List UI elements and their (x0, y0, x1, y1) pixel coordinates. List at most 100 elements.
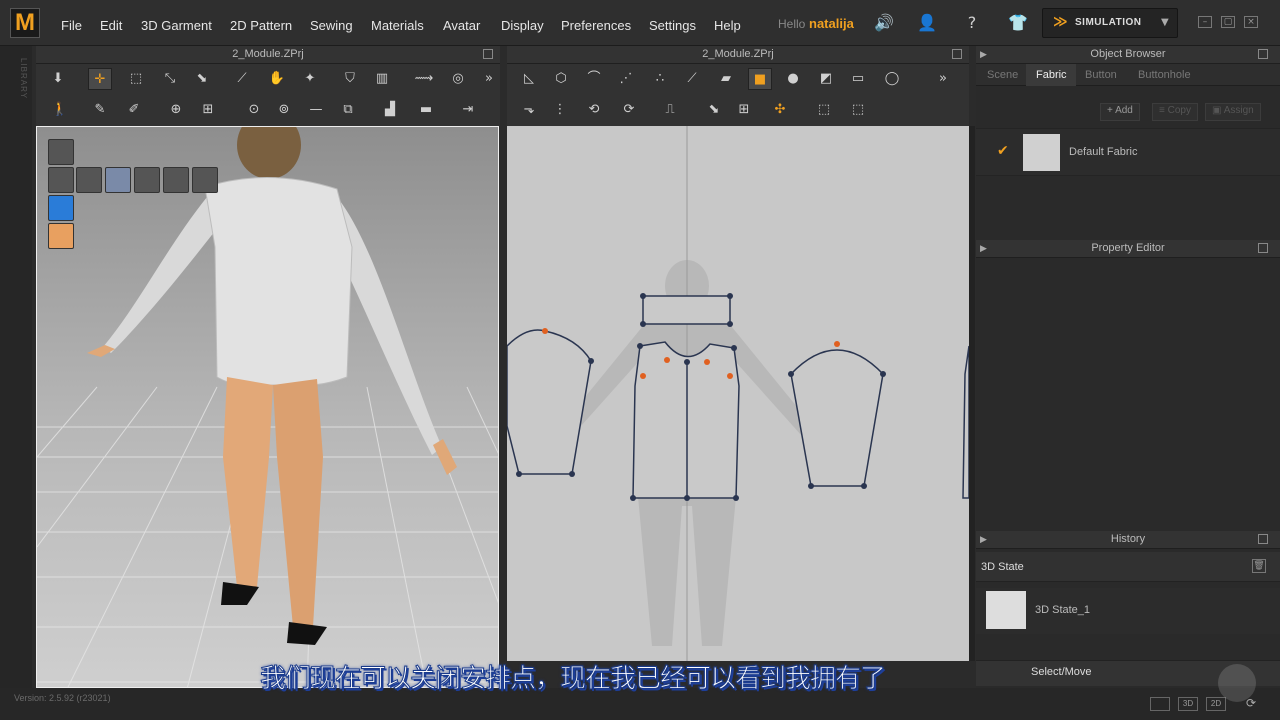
align-icon[interactable]: ⇥ (456, 99, 480, 121)
collapse-arrow-icon[interactable]: ▶ (980, 535, 987, 545)
play-overlay-icon[interactable] (1218, 664, 1256, 702)
buttonhole-icon[interactable]: ⊚ (272, 99, 296, 121)
tab-buttonhole[interactable]: Buttonhole (1138, 69, 1191, 81)
history-state-item[interactable]: 3D State_1 (1035, 604, 1090, 616)
menu-edit[interactable]: Edit (100, 18, 122, 33)
quilt-2d-icon[interactable]: ⊞ (732, 99, 756, 121)
minimize-button[interactable]: – (1198, 16, 1212, 28)
m-n-sewing-icon[interactable]: ⟲ (582, 99, 606, 121)
pin-icon[interactable]: ✋ (265, 68, 289, 90)
tab-scene[interactable]: Scene (987, 69, 1018, 81)
notch-icon[interactable]: ⎍ (658, 99, 682, 121)
add-point-icon[interactable]: ⋰ (614, 68, 638, 90)
line-icon[interactable]: — (304, 99, 328, 121)
viewport-splitter[interactable] (969, 126, 975, 661)
fold-icon[interactable]: ⬊ (190, 68, 214, 90)
view-3d-button[interactable]: 3D (1178, 697, 1198, 711)
maximize-browser-icon[interactable] (1258, 49, 1268, 59)
library-strip[interactable] (0, 46, 32, 720)
menu-3d-garment[interactable]: 3D Garment (141, 18, 212, 33)
menu-2d-pattern[interactable]: 2D Pattern (230, 18, 292, 33)
curve-point-icon[interactable]: ∴ (648, 68, 672, 90)
texture-view-icon[interactable] (48, 195, 74, 221)
simulation-button[interactable]: ≫ SIMULATION ▼ (1042, 8, 1178, 38)
menu-settings[interactable]: Settings (649, 18, 696, 33)
arrangement-icon[interactable]: ⛉ (338, 68, 362, 90)
more-2d-tools-icon[interactable]: » (936, 68, 950, 90)
measure-avatar-icon[interactable] (192, 167, 218, 193)
library-label[interactable]: LIBRARY (4, 58, 28, 99)
circle-icon[interactable]: ● (781, 68, 805, 90)
help-icon[interactable]: ? (962, 13, 982, 33)
view-2d-button[interactable]: 2D (1206, 697, 1226, 711)
menu-help[interactable]: Help (714, 18, 741, 33)
more-tools-icon[interactable]: » (482, 68, 496, 90)
copy-button[interactable]: ≡ Copy (1152, 103, 1198, 121)
menu-sewing[interactable]: Sewing (310, 18, 353, 33)
strength-icon[interactable]: ⊕ (164, 99, 188, 121)
viewport-3d[interactable] (36, 126, 499, 688)
speaker-icon[interactable]: 🔊 (874, 13, 894, 33)
maximize-3d-icon[interactable] (483, 49, 493, 59)
menu-materials[interactable]: Materials (371, 18, 424, 33)
brush-icon[interactable]: ✎ (88, 99, 112, 121)
fabric-swatch[interactable] (1023, 134, 1060, 171)
tack-icon[interactable]: ✦ (298, 68, 322, 90)
transform-icon[interactable]: ⤡ (158, 68, 182, 90)
assign-button[interactable]: ▣ Assign (1205, 103, 1261, 121)
joints-icon[interactable] (163, 167, 189, 193)
chevron-down-icon[interactable]: ▼ (1161, 17, 1169, 28)
avatar-hide-icon[interactable] (76, 167, 102, 193)
internal-rectangle-icon[interactable]: ▭ (846, 68, 870, 90)
app-logo[interactable]: M (10, 8, 40, 38)
texture-icon[interactable]: ▬ (414, 99, 438, 121)
user-icon[interactable]: 👤 (917, 13, 937, 33)
button-tool-icon[interactable]: ⊙ (242, 99, 266, 121)
free-sewing-icon[interactable]: ⋮ (548, 99, 572, 121)
collapse-arrow-icon[interactable]: ▶ (980, 50, 987, 60)
menu-display[interactable]: Display (501, 18, 544, 33)
avatar-view-icon[interactable] (48, 167, 74, 193)
arrange-2d-icon[interactable]: ✣ (768, 99, 792, 121)
arrangement-points-icon[interactable] (105, 167, 131, 193)
maximize-history-icon[interactable] (1258, 534, 1268, 544)
select-mesh-icon[interactable]: ⬚ (124, 68, 148, 90)
viewport-2d[interactable] (507, 126, 969, 661)
username[interactable]: natalija (809, 16, 854, 31)
fold-2d-icon[interactable]: ⬊ (702, 99, 726, 121)
measure-icon[interactable]: ⟿ (412, 68, 436, 90)
close-button[interactable]: × (1244, 16, 1258, 28)
maximize-2d-icon[interactable] (952, 49, 962, 59)
move-down-icon[interactable]: ⬇ (46, 68, 70, 90)
garment-settings-icon[interactable]: 👕 (1008, 13, 1028, 33)
fabric-name[interactable]: Default Fabric (1069, 146, 1137, 158)
menu-avatar[interactable]: Avatar (443, 18, 480, 33)
lasso-icon[interactable]: ◎ (446, 68, 470, 90)
polygon-icon[interactable]: ▰ (714, 68, 738, 90)
avatar-pose-icon[interactable]: 🚶 (48, 99, 72, 121)
graphic-icon[interactable]: ▟ (378, 99, 402, 121)
layout-split-icon[interactable] (1150, 697, 1170, 711)
select-lasso-icon[interactable]: ⬚ (846, 99, 870, 121)
segment-sewing-icon[interactable]: ⬎ (517, 99, 541, 121)
select-move-tool-icon[interactable]: ✛ (88, 68, 112, 90)
internal-line-icon[interactable]: ⟋ (680, 68, 704, 90)
tab-button[interactable]: Button (1085, 69, 1117, 81)
quilt-icon[interactable]: ⊞ (196, 99, 220, 121)
transform-pattern-icon[interactable]: ◺ (517, 68, 541, 90)
maximize-property-icon[interactable] (1258, 243, 1268, 253)
garment-icon[interactable]: ▥ (370, 68, 394, 90)
skeleton-icon[interactable] (134, 167, 160, 193)
refresh-icon[interactable]: ⟳ (1246, 696, 1262, 712)
menu-file[interactable]: File (61, 18, 82, 33)
select-box-icon[interactable]: ⬚ (812, 99, 836, 121)
skin-view-icon[interactable] (48, 223, 74, 249)
internal-polygon-icon[interactable]: ◩ (814, 68, 838, 90)
pattern-pieces[interactable] (507, 295, 969, 499)
edit-curve-icon[interactable]: ⟋ (230, 68, 254, 90)
rectangle-fill-icon[interactable]: ■ (748, 68, 772, 90)
collapse-arrow-icon[interactable]: ▶ (980, 244, 987, 254)
garment-view-icon[interactable] (48, 139, 74, 165)
edit-curvature-icon[interactable]: ⌒ (582, 68, 606, 90)
internal-circle-icon[interactable]: ◯ (880, 68, 904, 90)
